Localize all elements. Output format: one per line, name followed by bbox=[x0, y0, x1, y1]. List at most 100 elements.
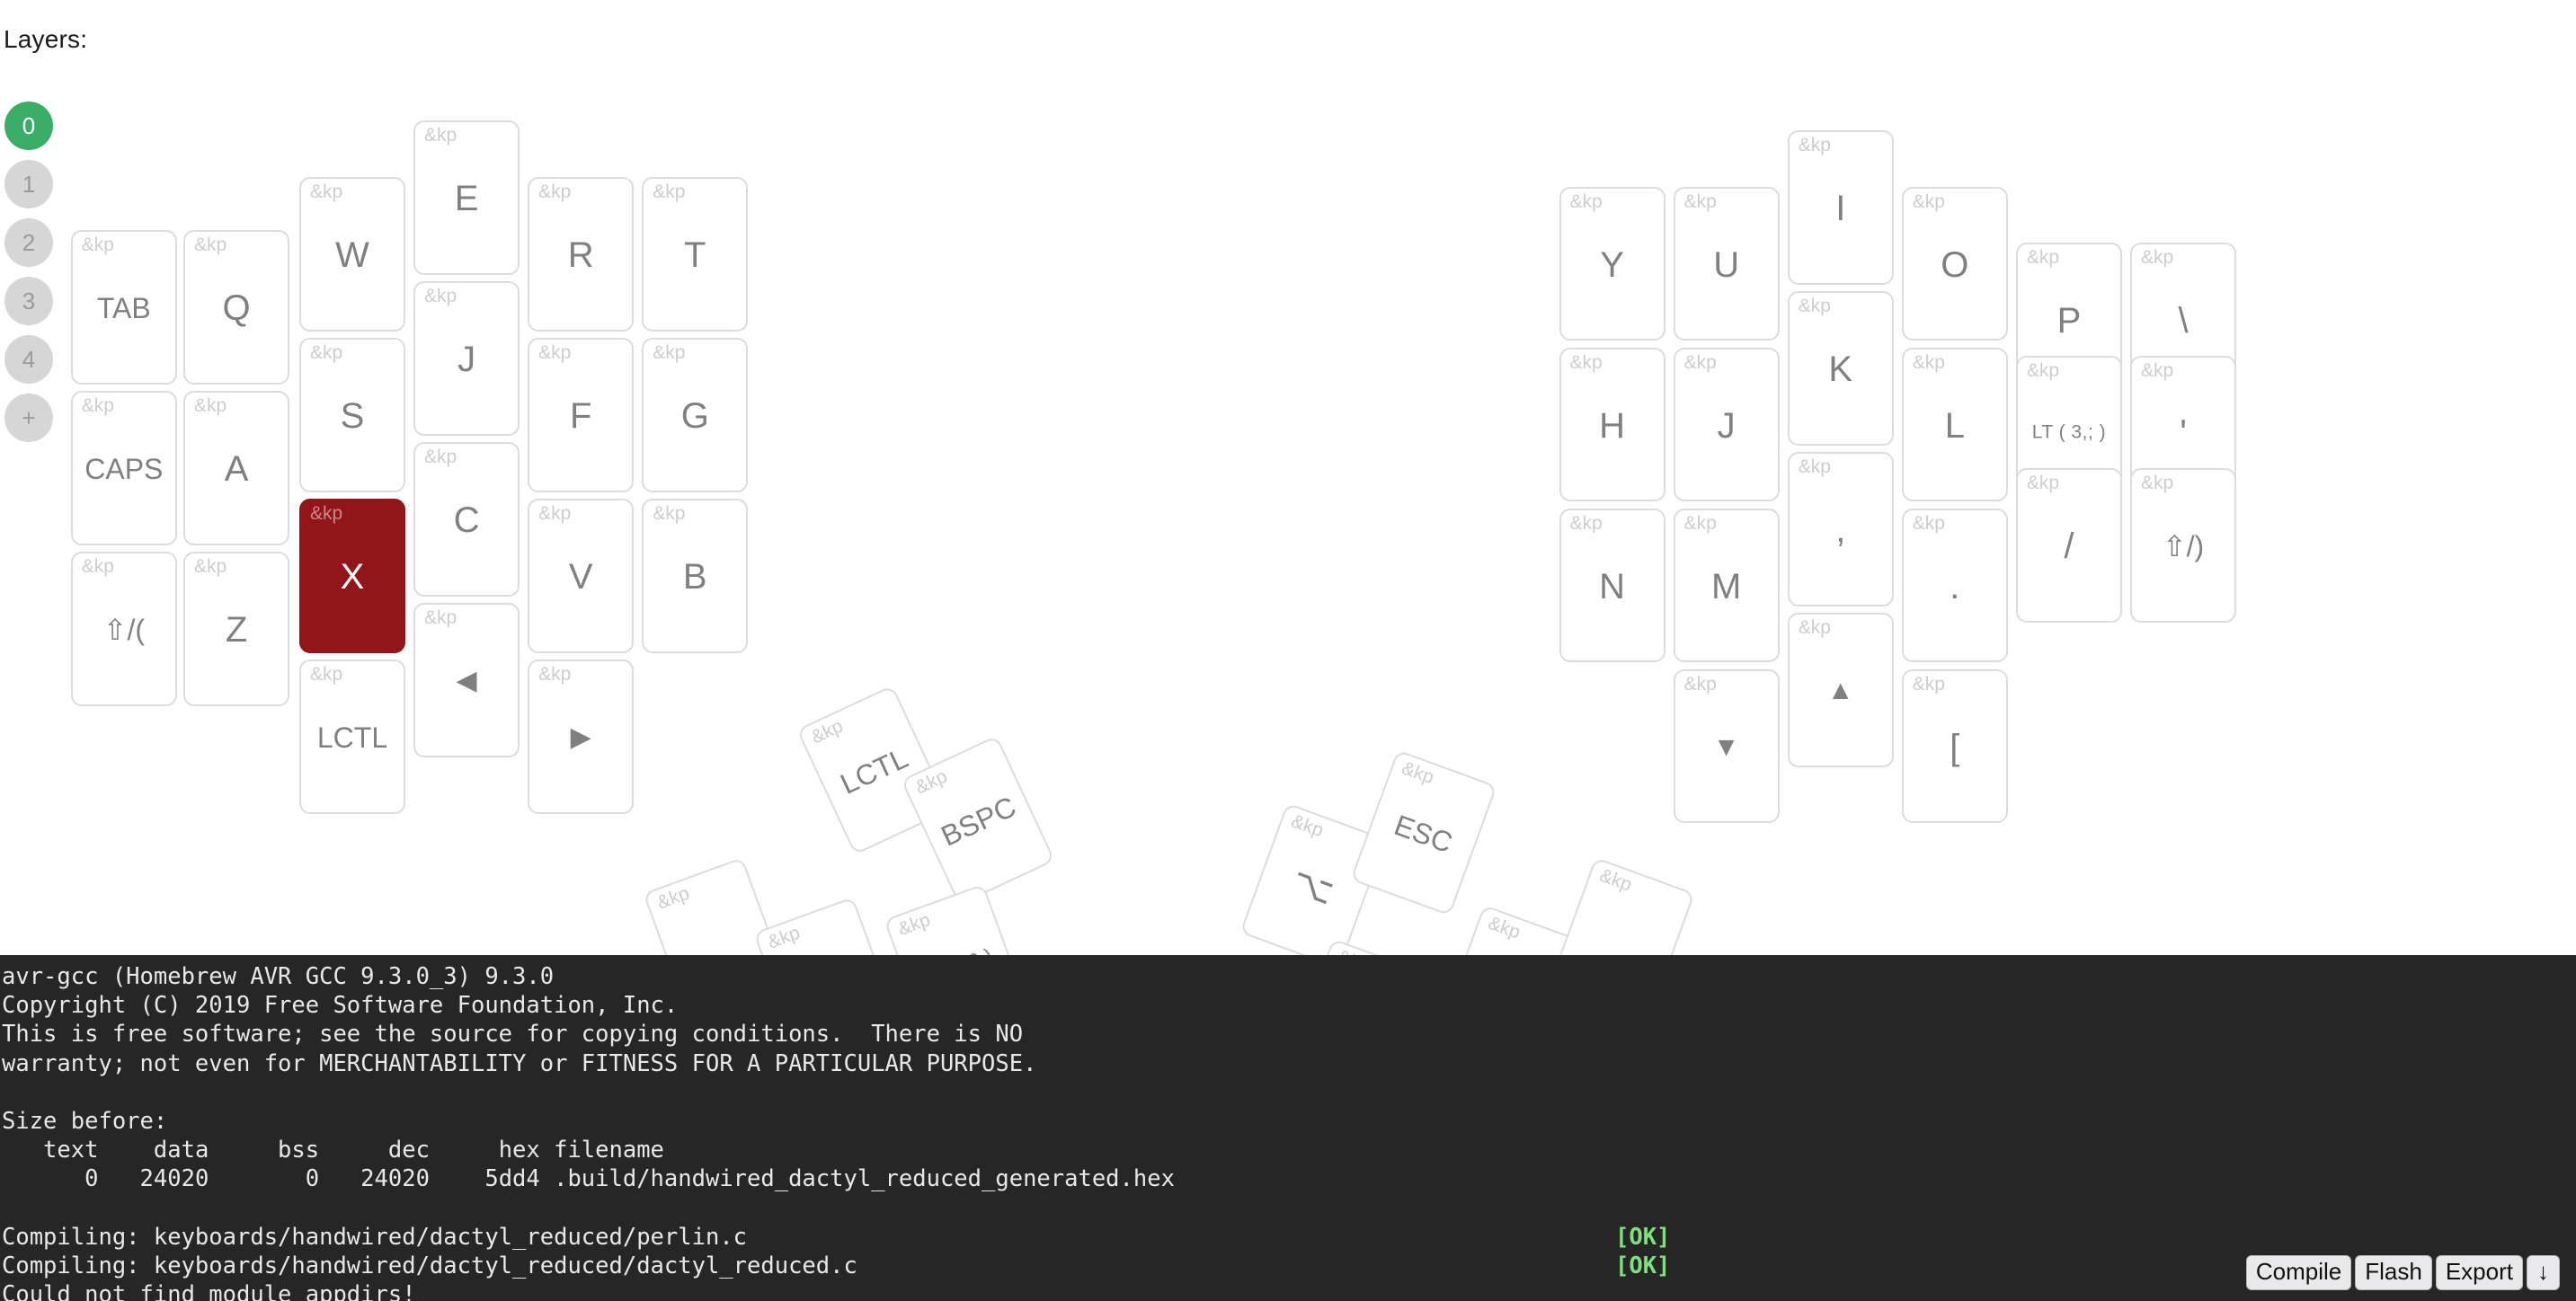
key-label: ' bbox=[2180, 413, 2187, 454]
key-g[interactable]: &kp G bbox=[642, 337, 749, 492]
keyboard-canvas: &kp TAB &kp CAPS &kp ⇧/(&kp Q &kp A &kp Z &kp W &kp S &… bbox=[0, 0, 2576, 1246]
key-[interactable]: &kp ▼ bbox=[1673, 668, 1780, 824]
key-label: J bbox=[1717, 405, 1736, 446]
key-label: ⇧/) bbox=[2162, 529, 2205, 562]
key-behavior-tag: &kp bbox=[1399, 757, 1437, 789]
key-a[interactable]: &kp A bbox=[183, 390, 290, 545]
key-behavior-tag: &kp bbox=[653, 181, 686, 202]
key-label: ◀ bbox=[456, 666, 477, 696]
terminal-line: Size before: bbox=[2, 1107, 2576, 1136]
key-label: ▶ bbox=[570, 721, 591, 752]
key-behavior-tag: &kp bbox=[309, 341, 343, 363]
key-v[interactable]: &kp V bbox=[528, 498, 635, 653]
key-tab[interactable]: &kp TAB bbox=[70, 229, 177, 385]
key-k[interactable]: &kp K bbox=[1787, 290, 1894, 446]
key-label: C bbox=[453, 500, 480, 541]
terminal-line: warranty; not even for MERCHANTABILITY o… bbox=[2, 1049, 2576, 1078]
terminal-line-text: text data bss dec hex filename bbox=[2, 1137, 664, 1164]
key-label: TAB bbox=[96, 291, 151, 324]
key-label: L bbox=[1944, 405, 1965, 446]
key-label: T bbox=[684, 235, 706, 275]
key-label: S bbox=[340, 395, 365, 436]
build-output-terminal: avr-gcc (Homebrew AVR GCC 9.3.0_3) 9.3.0… bbox=[0, 955, 2576, 1301]
key-o[interactable]: &kp O bbox=[1901, 186, 2008, 341]
key-label: CAPS bbox=[84, 452, 164, 485]
key-behavior-tag: &kp bbox=[538, 181, 572, 202]
key-behavior-tag: &kp bbox=[424, 125, 457, 146]
key-label: J bbox=[457, 340, 476, 380]
key-behavior-tag: &kp bbox=[1683, 673, 1717, 695]
key-[interactable]: &kp, bbox=[1787, 451, 1894, 606]
key-behavior-tag: &kp bbox=[765, 922, 804, 953]
key-y[interactable]: &kp Y bbox=[1559, 186, 1666, 341]
key-label: U bbox=[1713, 244, 1740, 285]
key-q[interactable]: &kp Q bbox=[183, 229, 290, 385]
key-label: ⇧/( bbox=[102, 613, 145, 646]
key-j[interactable]: &kp J bbox=[1673, 347, 1780, 502]
key-c[interactable]: &kp C bbox=[413, 442, 520, 597]
key-[interactable]: &kp [ bbox=[1901, 668, 2008, 824]
key-label: A bbox=[224, 449, 249, 490]
key-behavior-tag: &kp bbox=[309, 502, 343, 524]
key-[interactable]: &kp. bbox=[1901, 508, 2008, 663]
compile-button[interactable]: Compile bbox=[2245, 1254, 2352, 1290]
terminal-line-text: warranty; not even for MERCHANTABILITY o… bbox=[2, 1049, 1037, 1077]
key-behavior-tag: &kp bbox=[1596, 864, 1635, 896]
key-label: Q bbox=[222, 288, 251, 329]
key-behavior-tag: &kp bbox=[2140, 359, 2174, 381]
key-z[interactable]: &kp Z bbox=[183, 551, 290, 706]
key-label: ▲ bbox=[1826, 675, 1854, 705]
key-l[interactable]: &kp L bbox=[1901, 347, 2008, 502]
key-behavior-tag: &kp bbox=[2140, 247, 2174, 269]
key-[interactable]: &kp ▶ bbox=[528, 659, 635, 814]
key-[interactable]: &kp ⇧/) bbox=[2129, 467, 2237, 623]
terminal-line-text: This is free software; see the source fo… bbox=[2, 1021, 1024, 1049]
key-e[interactable]: &kp E bbox=[413, 120, 520, 276]
terminal-line: Could not find module appdirs! bbox=[2, 1280, 2576, 1301]
key-m[interactable]: &kp M bbox=[1673, 508, 1780, 663]
key-i[interactable]: &kp I bbox=[1787, 129, 1894, 285]
key-f[interactable]: &kp F bbox=[528, 337, 635, 492]
key-lctl[interactable]: &kp LCTL bbox=[298, 659, 406, 814]
export-button[interactable]: Export bbox=[2435, 1254, 2523, 1290]
key-h[interactable]: &kp H bbox=[1559, 347, 1666, 502]
key-s[interactable]: &kp S bbox=[298, 337, 406, 492]
key-behavior-tag: &kp bbox=[1798, 616, 1831, 638]
key-behavior-tag: &kp bbox=[1912, 673, 1945, 695]
key-behavior-tag: &kp bbox=[1912, 512, 1945, 534]
download-icon[interactable]: ↓ bbox=[2527, 1254, 2560, 1290]
key-w[interactable]: &kp W bbox=[298, 176, 406, 332]
key-b[interactable]: &kp B bbox=[642, 498, 749, 653]
key-label: BSPC bbox=[936, 790, 1021, 853]
terminal-status-badge: [OK] bbox=[1615, 1223, 1671, 1251]
key-n[interactable]: &kp N bbox=[1559, 508, 1666, 663]
key-x[interactable]: &kp X bbox=[298, 498, 406, 653]
terminal-line: text data bss dec hex filename bbox=[2, 1136, 2576, 1164]
terminal-line: avr-gcc (Homebrew AVR GCC 9.3.0_3) 9.3.0 bbox=[2, 962, 2576, 991]
key-behavior-tag: &kp bbox=[2140, 472, 2174, 493]
flash-button[interactable]: Flash bbox=[2355, 1254, 2432, 1290]
key-label: ⌥ bbox=[1286, 861, 1339, 913]
key-label: E bbox=[454, 179, 479, 219]
key-label: LCTL bbox=[316, 721, 388, 754]
key-[interactable]: &kp ⌥ bbox=[1239, 802, 1387, 969]
key-[interactable]: &kp / bbox=[2015, 467, 2122, 623]
key-label: M bbox=[1710, 566, 1742, 606]
key-behavior-tag: &kp bbox=[1683, 190, 1717, 212]
key-behavior-tag: &kp bbox=[538, 502, 572, 524]
key-behavior-tag: &kp bbox=[1569, 512, 1603, 534]
key-[interactable]: &kp ⇧/( bbox=[70, 551, 177, 706]
key-behavior-tag: &kp bbox=[912, 766, 951, 799]
terminal-line: Compiling: keyboards/handwired/dactyl_re… bbox=[2, 1223, 2576, 1252]
key-t[interactable]: &kp T bbox=[642, 176, 749, 332]
key-u[interactable]: &kp U bbox=[1673, 186, 1780, 341]
terminal-status-badge: [OK] bbox=[1615, 1252, 1671, 1279]
key-label: LT ( 3,; ) bbox=[2031, 422, 2107, 444]
key-r[interactable]: &kp R bbox=[528, 176, 635, 332]
key-esc[interactable]: &kp ESC bbox=[1350, 749, 1497, 916]
key-j[interactable]: &kp J bbox=[413, 281, 520, 437]
key-[interactable]: &kp ▲ bbox=[1787, 612, 1894, 767]
key-label: P bbox=[2056, 301, 2082, 341]
key-caps[interactable]: &kp CAPS bbox=[70, 390, 177, 545]
key-[interactable]: &kp ◀ bbox=[413, 603, 520, 758]
